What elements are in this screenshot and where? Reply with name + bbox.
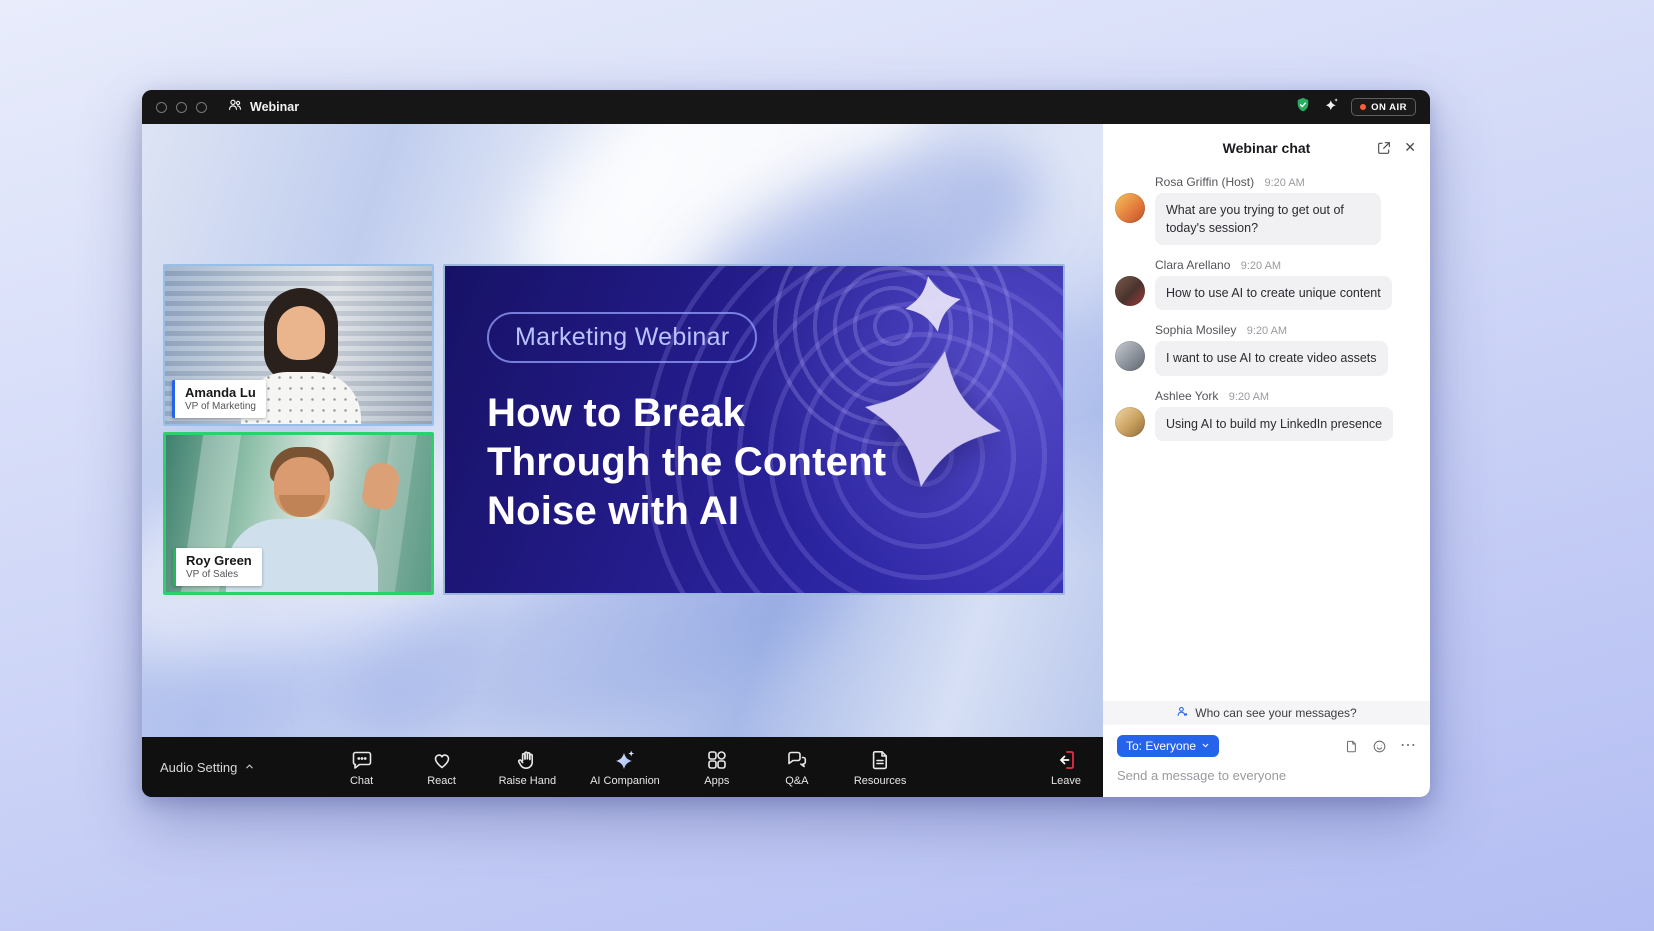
emoji-icon[interactable] [1372, 739, 1387, 754]
on-air-badge: ON AIR [1351, 98, 1416, 116]
audio-setting-button[interactable]: Audio Setting [160, 760, 255, 775]
on-air-label: ON AIR [1371, 102, 1407, 113]
toolbar-item-resources[interactable]: Resources [854, 748, 907, 787]
message-time: 9:20 AM [1241, 260, 1281, 272]
chat-message: Ashlee York 9:20 AM Using AI to build my… [1115, 389, 1416, 441]
chat-message: Rosa Griffin (Host) 9:20 AM What are you… [1115, 175, 1416, 245]
avatar [1115, 193, 1145, 223]
avatar [1115, 276, 1145, 306]
speaker-role: VP of Sales [186, 569, 252, 580]
audio-setting-label: Audio Setting [160, 760, 237, 775]
popout-icon[interactable] [1376, 140, 1392, 156]
toolbar-item-qa[interactable]: Q&A [774, 748, 820, 787]
on-air-dot [1360, 104, 1366, 110]
speaker-role: VP of Marketing [185, 401, 256, 412]
chat-message-list[interactable]: Rosa Griffin (Host) 9:20 AM What are you… [1103, 171, 1430, 701]
toolbar-item-raise-hand[interactable]: Raise Hand [499, 748, 556, 787]
speaker-name-tag: Roy Green VP of Sales [173, 548, 262, 586]
message-author: Rosa Griffin (Host) [1155, 175, 1254, 189]
toolbar-item-label: Resources [854, 775, 907, 787]
window-title-group: Webinar [227, 97, 299, 118]
chat-icon [350, 748, 374, 772]
window-close-button[interactable] [156, 102, 167, 113]
slide-title: How to Break Through the Content Noise w… [487, 389, 1063, 535]
toolbar-item-label: Chat [350, 775, 373, 787]
speaker-name-tag: Amanda Lu VP of Marketing [172, 380, 266, 418]
leave-button[interactable]: Leave [1051, 748, 1081, 787]
resources-icon [868, 748, 892, 772]
message-time: 9:20 AM [1247, 325, 1287, 337]
window-maximize-button[interactable] [196, 102, 207, 113]
window-controls [156, 102, 207, 113]
window-titlebar: Webinar ON AIR [142, 90, 1430, 124]
chat-title: Webinar chat [1223, 140, 1311, 156]
chat-compose-area: To: Everyone [1103, 725, 1430, 797]
message-author: Clara Arellano [1155, 258, 1230, 272]
speaker-tile-amanda[interactable]: Amanda Lu VP of Marketing [163, 264, 434, 426]
apps-icon [705, 748, 729, 772]
raise-hand-icon [515, 748, 539, 772]
toolbar-item-react[interactable]: React [419, 748, 465, 787]
speaker-figure [277, 306, 325, 360]
webinar-stage: Amanda Lu VP of Marketing Roy Green V [142, 124, 1103, 797]
avatar [1115, 341, 1145, 371]
toolbar-item-label: AI Companion [590, 775, 660, 787]
toolbar-item-chat[interactable]: Chat [339, 748, 385, 787]
visibility-note-text: Who can see your messages? [1195, 706, 1356, 720]
slide-title-line: Through the Content [487, 438, 1063, 487]
more-options-icon[interactable]: ⋯ [1400, 738, 1416, 754]
speaker-name: Amanda Lu [185, 385, 256, 400]
chat-message: Clara Arellano 9:20 AM How to use AI to … [1115, 258, 1416, 310]
window-minimize-button[interactable] [176, 102, 187, 113]
video-area: Amanda Lu VP of Marketing Roy Green V [142, 124, 1103, 737]
message-time: 9:20 AM [1264, 177, 1304, 189]
chevron-up-icon [244, 760, 255, 775]
chat-message-input[interactable] [1117, 768, 1416, 783]
to-everyone-selector[interactable]: To: Everyone [1117, 735, 1219, 757]
heart-icon [430, 748, 454, 772]
webinar-chat-panel: Webinar chat ✕ Rosa Griffin (Host) [1103, 124, 1430, 797]
toolbar-item-label: Q&A [785, 775, 808, 787]
file-attach-icon[interactable] [1344, 739, 1359, 754]
ai-sparkle-icon[interactable] [1323, 96, 1340, 118]
message-time: 9:20 AM [1229, 391, 1269, 403]
window-title: Webinar [250, 100, 299, 114]
slide-title-line: How to Break [487, 389, 1063, 438]
visibility-person-icon [1176, 705, 1189, 721]
toolbar-item-label: Apps [704, 775, 729, 787]
chevron-down-icon [1201, 739, 1210, 753]
message-bubble: I want to use AI to create video assets [1155, 341, 1388, 375]
toolbar-item-ai-companion[interactable]: AI Companion [590, 748, 660, 787]
slide-title-line: Noise with AI [487, 487, 1063, 536]
presentation-slide: Marketing Webinar How to Break Through t… [443, 264, 1065, 595]
webinar-window: Webinar ON AIR [142, 90, 1430, 797]
speaker-name: Roy Green [186, 553, 252, 568]
slide-badge: Marketing Webinar [487, 312, 757, 363]
to-everyone-label: To: Everyone [1126, 739, 1196, 753]
qa-icon [785, 748, 809, 772]
speaker-figure [279, 495, 325, 517]
message-visibility-note[interactable]: Who can see your messages? [1103, 701, 1430, 725]
participants-icon [227, 97, 243, 118]
message-bubble: What are you trying to get out of today'… [1155, 193, 1381, 245]
toolbar-item-apps[interactable]: Apps [694, 748, 740, 787]
speaker-tile-roy[interactable]: Roy Green VP of Sales [163, 432, 434, 595]
toolbar-item-label: React [427, 775, 456, 787]
message-bubble: How to use AI to create unique content [1155, 276, 1392, 310]
leave-label: Leave [1051, 775, 1081, 787]
message-author: Sophia Mosiley [1155, 323, 1236, 337]
close-icon[interactable]: ✕ [1404, 139, 1416, 156]
message-author: Ashlee York [1155, 389, 1218, 403]
ai-companion-icon [613, 748, 637, 772]
avatar [1115, 407, 1145, 437]
meeting-toolbar: Audio Setting Chat [142, 737, 1103, 797]
toolbar-item-label: Raise Hand [499, 775, 556, 787]
message-bubble: Using AI to build my LinkedIn presence [1155, 407, 1393, 441]
security-shield-icon[interactable] [1294, 96, 1312, 119]
chat-message: Sophia Mosiley 9:20 AM I want to use AI … [1115, 323, 1416, 375]
chat-header: Webinar chat ✕ [1103, 124, 1430, 171]
leave-icon [1054, 748, 1078, 772]
